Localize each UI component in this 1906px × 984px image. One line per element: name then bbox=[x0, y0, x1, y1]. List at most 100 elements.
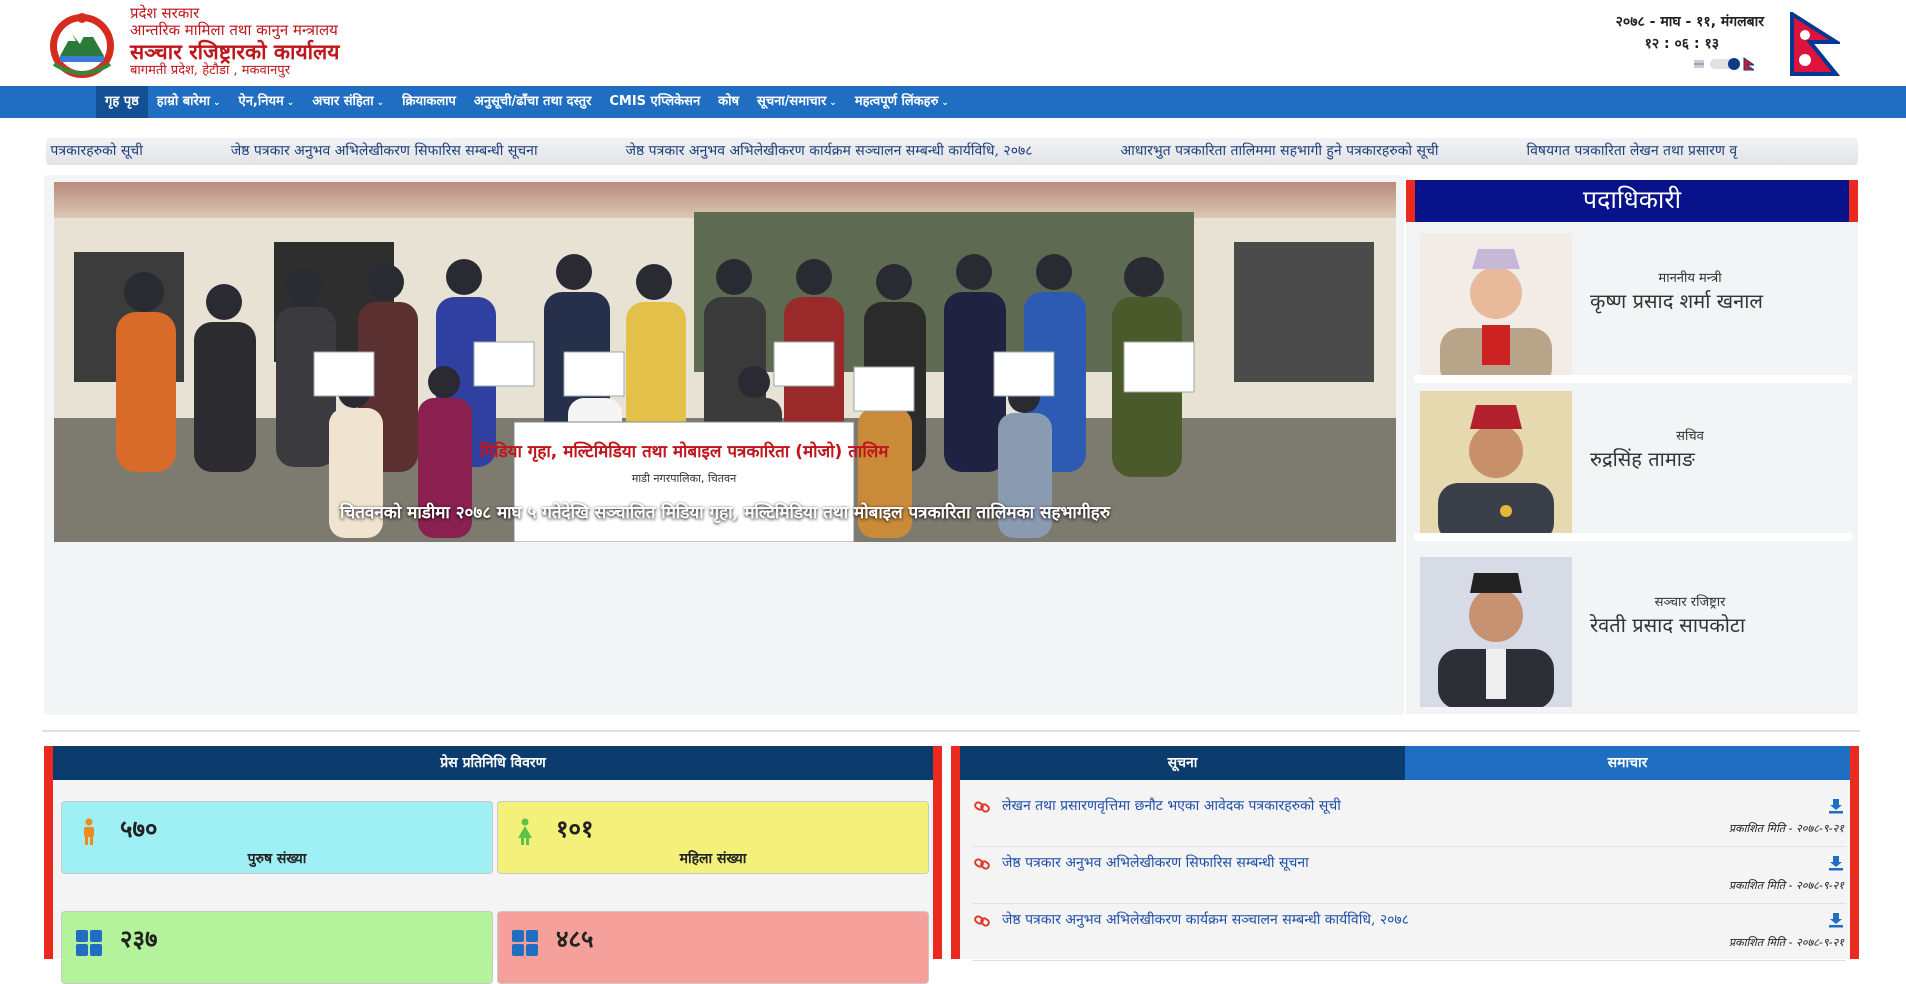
chevron-down-icon: ⌄ bbox=[829, 98, 837, 108]
official-name: रुद्रसिंह तामाङ bbox=[1590, 447, 1695, 471]
notice-item: लेखन तथा प्रसारणवृत्तिमा छनौट भएका आवेदक… bbox=[972, 790, 1846, 847]
published-date: प्रकाशित मिति - २०७८-९-२१ bbox=[1728, 936, 1844, 949]
female-count-label: महिला संख्या bbox=[679, 851, 747, 867]
chevron-down-icon: ⌄ bbox=[941, 98, 949, 108]
officials-panel: पदाधिकारी माननीय मन्त्री कृष्ण प्रसाद शर… bbox=[1406, 180, 1858, 714]
card-separator bbox=[1414, 375, 1852, 383]
link-icon bbox=[974, 858, 990, 870]
stat-fourth: ४८५ bbox=[497, 911, 929, 984]
notice-title-link[interactable]: जेष्ठ पत्रकार अनुभव अभिलेखीकरण सिफारिस स… bbox=[1002, 853, 1309, 872]
news-ticker: वेदक पत्रकारहरुको सूची जेष्ठ पत्रकार अनुभ… bbox=[46, 138, 1858, 165]
stat-male-count: ५७० पुरुष संख्या bbox=[61, 801, 493, 874]
nepal-flag-icon bbox=[1790, 12, 1840, 76]
secretary-photo bbox=[1420, 391, 1572, 541]
banner-subtext: माडी नगरपालिका, चितवन bbox=[632, 472, 737, 485]
notice-title-link[interactable]: लेखन तथा प्रसारणवृत्तिमा छनौट भएका आवेदक… bbox=[1002, 796, 1341, 815]
nav-item-8[interactable]: सूचना/समाचार ⌄ bbox=[748, 86, 846, 118]
chevron-down-icon: ⌄ bbox=[212, 98, 221, 108]
male-count-label: पुरुष संख्या bbox=[247, 851, 307, 867]
grid-icon bbox=[512, 930, 538, 956]
nav-item-5[interactable]: अनुसूची/ढाँचा तथा दस्तुर bbox=[465, 86, 600, 118]
ticker-item[interactable]: जेष्ठ पत्रकार अनुभव अभिलेखीकरण कार्यक्रम… bbox=[626, 138, 1033, 165]
registrar-photo bbox=[1420, 557, 1572, 707]
nav-item-label: कोष bbox=[718, 94, 740, 109]
minister-photo bbox=[1420, 233, 1572, 383]
download-icon[interactable] bbox=[1828, 912, 1844, 928]
chevron-down-icon: ⌄ bbox=[376, 98, 385, 108]
ticker-track: वेदक पत्रकारहरुको सूची जेष्ठ पत्रकार अनुभ… bbox=[46, 138, 1825, 165]
nav-item-2[interactable]: ऐन,नियम ⌄ bbox=[230, 86, 304, 118]
stat-female-count: १०१ महिला संख्या bbox=[497, 801, 929, 874]
nepali-date: २०७८ - माघ - ११, मंगलबार bbox=[1615, 14, 1764, 30]
press-representative-panel: प्रेस प्रतिनिधि विवरण ५७० पुरुष संख्या १… bbox=[44, 746, 942, 984]
grid-icon bbox=[76, 930, 102, 956]
section-divider bbox=[42, 730, 1860, 732]
ticker-item[interactable]: जेष्ठ पत्रकार अनुभव अभिलेखीकरण सिफारिस स… bbox=[231, 138, 538, 165]
nav-item-0[interactable]: गृह पृष्ठ bbox=[96, 86, 148, 118]
nav-item-label: हाम्रो बारेमा bbox=[156, 94, 210, 109]
female-person-icon bbox=[518, 818, 532, 845]
official-card-registrar[interactable]: सञ्चार रजिष्ट्रार रेवती प्रसाद सापकोटा bbox=[1414, 549, 1852, 707]
male-person-icon bbox=[84, 818, 94, 845]
nav-item-9[interactable]: महत्वपूर्ण लिंकहरु ⌄ bbox=[846, 86, 958, 118]
nav-item-label: ऐन,नियम bbox=[238, 94, 284, 109]
official-card-secretary[interactable]: सचिव रुद्रसिंह तामाङ bbox=[1414, 383, 1852, 541]
notice-news-panel: सूचना समाचार लेखन तथा प्रसारणवृत्तिमा छन… bbox=[951, 746, 1859, 961]
nav-item-1[interactable]: हाम्रो बारेमा ⌄ bbox=[148, 86, 230, 118]
nav-item-label: क्रियाकलाप bbox=[402, 94, 456, 109]
group-photo-image: मिडिया गृहा, मल्टिमिडिया तथा मोबाइल पत्र… bbox=[54, 182, 1396, 542]
notice-item: जेष्ठ पत्रकार अनुभव अभिलेखीकरण कार्यक्रम… bbox=[972, 904, 1846, 961]
notice-tabs: सूचना समाचार bbox=[960, 746, 1850, 780]
nav-item-3[interactable]: अचार संहिता ⌄ bbox=[303, 86, 393, 118]
fourth-count-value: ४८५ bbox=[556, 925, 594, 953]
image-slider[interactable]: मिडिया गृहा, मल्टिमिडिया तथा मोबाइल पत्र… bbox=[54, 182, 1396, 542]
slider-caption: चितवनको माडीमा २०७८ माघ ५ गतेदेखि सञ्चाल… bbox=[340, 503, 1110, 523]
ticker-item[interactable]: आधारभुत पत्रकारिता तालिममा सहभागी हुने प… bbox=[1121, 138, 1439, 165]
banner-text: मिडिया गृहा, मल्टिमिडिया तथा मोबाइल पत्र… bbox=[479, 441, 890, 462]
link-icon bbox=[974, 915, 990, 927]
official-role: सञ्चार रजिष्ट्रार bbox=[1654, 595, 1726, 610]
office-address: बागमती प्रदेश, हेटौडा , मकवानपुर bbox=[130, 62, 291, 78]
tab-news[interactable]: समाचार bbox=[1405, 746, 1850, 780]
main-menu: गृह पृष्ठ हाम्रो बारेमा ⌄ ऐन,नियम ⌄ अचार संहि… bbox=[96, 86, 958, 118]
nav-item-4[interactable]: क्रियाकलाप bbox=[393, 86, 465, 118]
nav-item-label: सूचना/समाचार bbox=[757, 94, 827, 109]
ticker-item[interactable]: वेदक पत्रकारहरुको सूची bbox=[46, 138, 143, 165]
official-role: माननीय मन्त्री bbox=[1658, 271, 1722, 286]
nav-item-7[interactable]: कोष bbox=[709, 86, 748, 118]
main-navbar: गृह पृष्ठ हाम्रो बारेमा ⌄ ऐन,नियम ⌄ अचार संहि… bbox=[0, 86, 1906, 118]
nav-item-label: महत्वपूर्ण लिंकहरु bbox=[854, 94, 939, 109]
link-icon bbox=[974, 801, 990, 813]
card-separator bbox=[1414, 533, 1852, 541]
nav-item-label: अचार संहिता bbox=[312, 94, 374, 109]
nepal-emblem-logo[interactable] bbox=[42, 8, 122, 80]
nav-item-label: CMIS एप्लिकेसन bbox=[609, 94, 701, 109]
tab-notice[interactable]: सूचना bbox=[960, 746, 1405, 780]
ticker-item[interactable]: विषयगत पत्रकारिता लेखन तथा प्रसारण वृ bbox=[1526, 138, 1737, 165]
notice-title-link[interactable]: जेष्ठ पत्रकार अनुभव अभिलेखीकरण कार्यक्रम… bbox=[1002, 910, 1409, 929]
stat-third: २३७ bbox=[61, 911, 493, 984]
official-name: कृष्ण प्रसाद शर्मा खनाल bbox=[1590, 289, 1763, 313]
organization-title[interactable]: प्रदेश सरकार आन्तरिक मामिला तथा कानुन मन… bbox=[130, 4, 340, 79]
ministry-label: आन्तरिक मामिला तथा कानुन मन्त्रालय bbox=[130, 21, 338, 40]
chevron-down-icon: ⌄ bbox=[286, 98, 295, 108]
female-count-value: १०१ bbox=[556, 815, 594, 843]
nav-item-6[interactable]: CMIS एप्लिकेसन bbox=[600, 86, 709, 118]
office-name: सञ्चार रजिष्ट्रारको कार्यालय bbox=[130, 38, 340, 64]
published-date: प्रकाशित मिति - २०७८-९-२१ bbox=[1728, 822, 1844, 835]
notice-item: जेष्ठ पत्रकार अनुभव अभिलेखीकरण सिफारिस स… bbox=[972, 847, 1846, 904]
official-card-minister[interactable]: माननीय मन्त्री कृष्ण प्रसाद शर्मा खनाल bbox=[1414, 225, 1852, 383]
download-icon[interactable] bbox=[1828, 855, 1844, 871]
province-government-label: प्रदेश सरकार bbox=[130, 4, 200, 22]
date-time-box: २०७८ - माघ - ११, मंगलबार १२ : ०६ : १३ bbox=[1616, 11, 1764, 56]
nav-item-label: गृह पृष्ठ bbox=[105, 94, 139, 109]
male-count-value: ५७० bbox=[120, 815, 158, 843]
download-icon[interactable] bbox=[1828, 798, 1844, 814]
official-name: रेवती प्रसाद सापकोटा bbox=[1590, 613, 1746, 637]
language-toggle[interactable] bbox=[1694, 56, 1754, 72]
official-role: सचिव bbox=[1676, 429, 1704, 444]
nav-item-label: अनुसूची/ढाँचा तथा दस्तुर bbox=[473, 94, 592, 109]
third-count-value: २३७ bbox=[120, 925, 158, 953]
press-heading: प्रेस प्रतिनिधि विवरण bbox=[53, 746, 933, 780]
published-date: प्रकाशित मिति - २०७८-९-२१ bbox=[1728, 879, 1844, 892]
